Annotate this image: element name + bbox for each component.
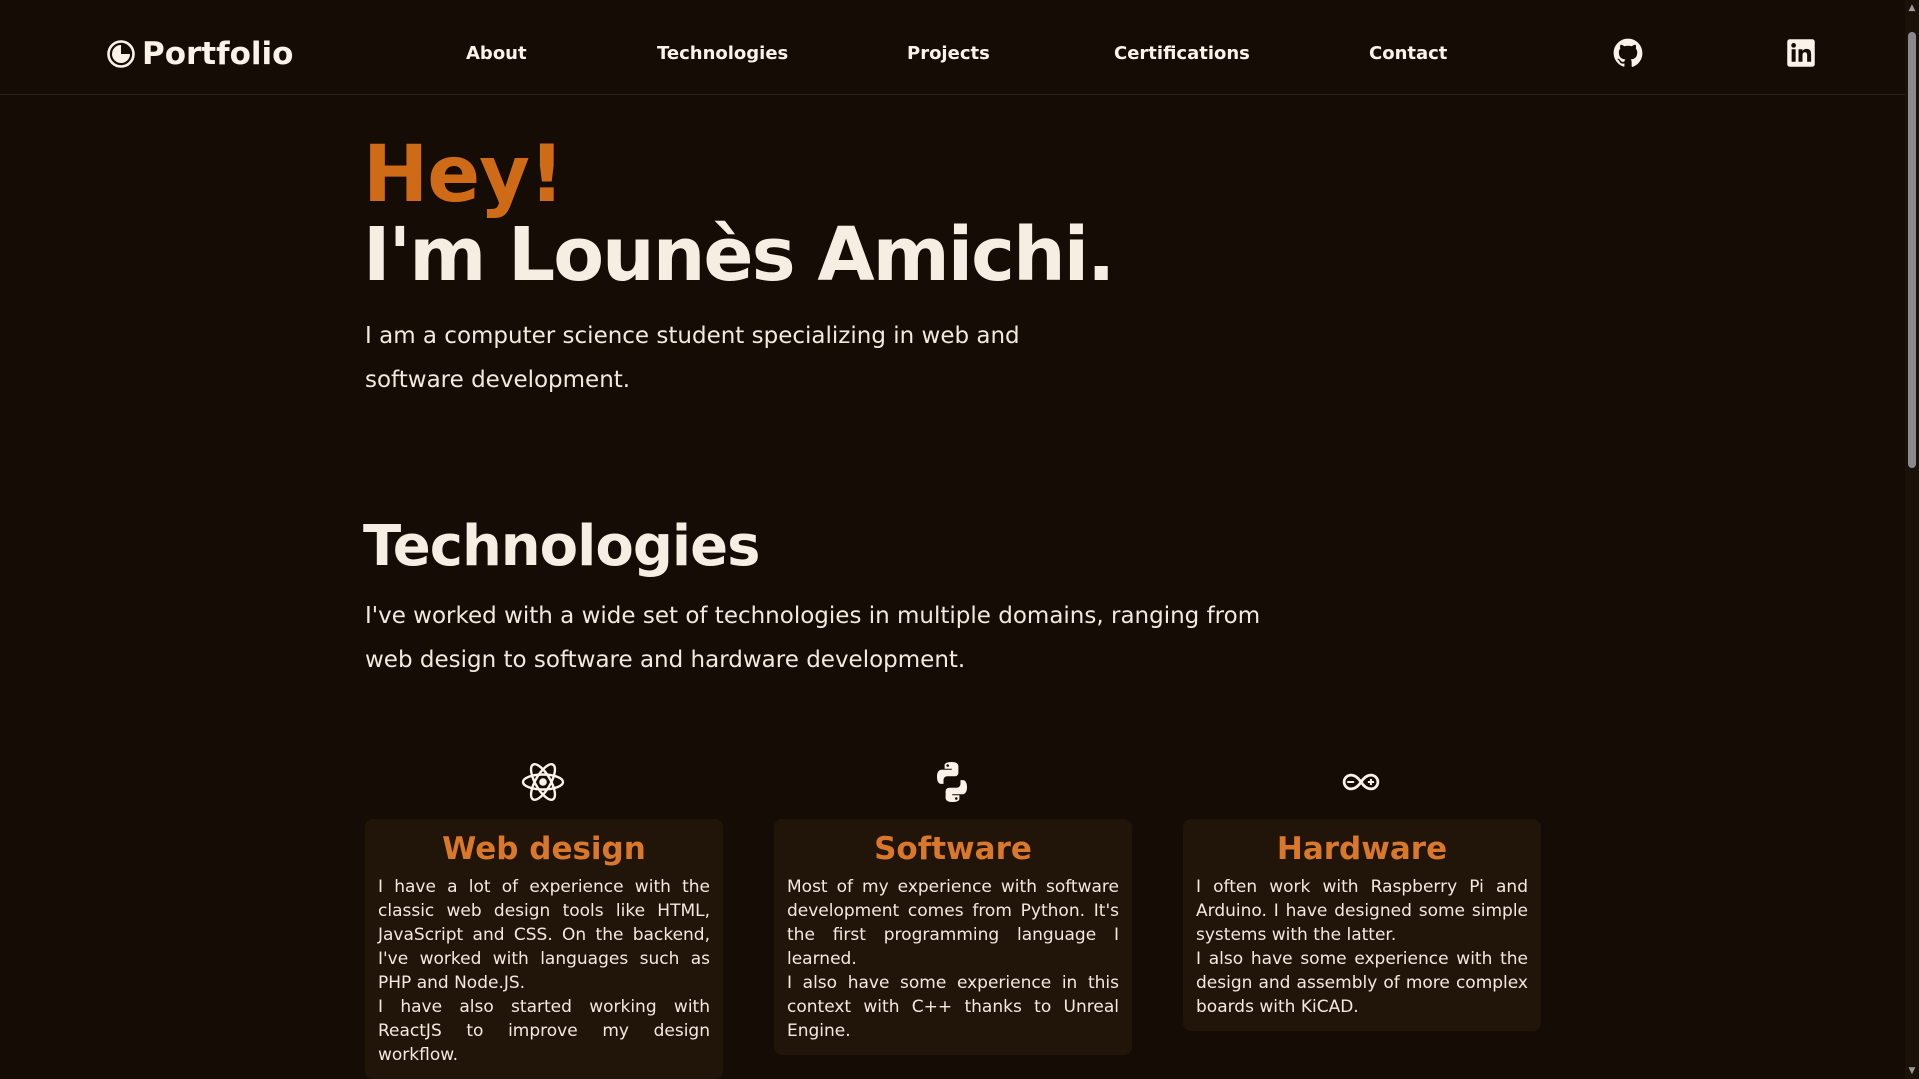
page-scrollbar[interactable]: ▲ ▼ <box>1905 0 1919 1079</box>
tech-card-hardware: Hardware I often work with Raspberry Pi … <box>1183 819 1541 1031</box>
hero-description: I am a computer science student speciali… <box>365 323 1020 393</box>
tech-card-software: Software Most of my experience with soft… <box>774 819 1132 1055</box>
linkedin-icon <box>1787 39 1815 67</box>
page: Portfolio About Technologies Projects Ce… <box>0 0 1905 1079</box>
scroll-thumb[interactable] <box>1908 32 1916 468</box>
hero-greeting: Hey! <box>363 130 565 220</box>
nav-link-contact[interactable]: Contact <box>1369 43 1447 64</box>
scroll-down-arrow-icon[interactable]: ▼ <box>1905 1063 1919 1079</box>
scroll-up-arrow-icon[interactable]: ▲ <box>1905 0 1919 16</box>
python-icon <box>937 762 967 802</box>
linkedin-link[interactable] <box>1786 38 1816 68</box>
nav-link-certifications[interactable]: Certifications <box>1114 43 1250 64</box>
arduino-icon <box>1342 773 1380 791</box>
github-icon <box>1613 38 1643 67</box>
brand-link[interactable]: Portfolio <box>106 34 293 74</box>
card-paragraph: I have a lot of experience with the clas… <box>378 877 710 993</box>
portfolio-logo-icon <box>107 40 135 68</box>
react-icon <box>521 763 565 801</box>
nav-link-projects[interactable]: Projects <box>907 43 990 64</box>
brand-label: Portfolio <box>142 36 294 72</box>
technologies-title: Technologies <box>363 514 760 579</box>
card-paragraph: I also have some experience in this cont… <box>787 973 1119 1041</box>
card-title: Software <box>874 831 1032 867</box>
card-title: Web design <box>442 831 646 867</box>
nav-link-technologies[interactable]: Technologies <box>657 43 788 64</box>
card-paragraph: Most of my experience with software deve… <box>787 877 1119 969</box>
github-link[interactable] <box>1613 38 1643 68</box>
navbar: Portfolio About Technologies Projects Ce… <box>0 0 1905 95</box>
card-title: Hardware <box>1276 831 1448 867</box>
tech-card-web-design: Web design I have a lot of experience wi… <box>365 819 723 1079</box>
nav-link-about[interactable]: About <box>466 43 527 64</box>
card-paragraph: I have also started working with ReactJS… <box>378 997 710 1065</box>
card-paragraph: I also have some experience with the des… <box>1196 949 1528 1017</box>
hero-name: I'm Lounès Amichi. <box>363 212 1115 298</box>
technologies-description: I've worked with a wide set of technolog… <box>365 603 1261 673</box>
card-paragraph: I often work with Raspberry Pi and Ardui… <box>1196 877 1528 945</box>
